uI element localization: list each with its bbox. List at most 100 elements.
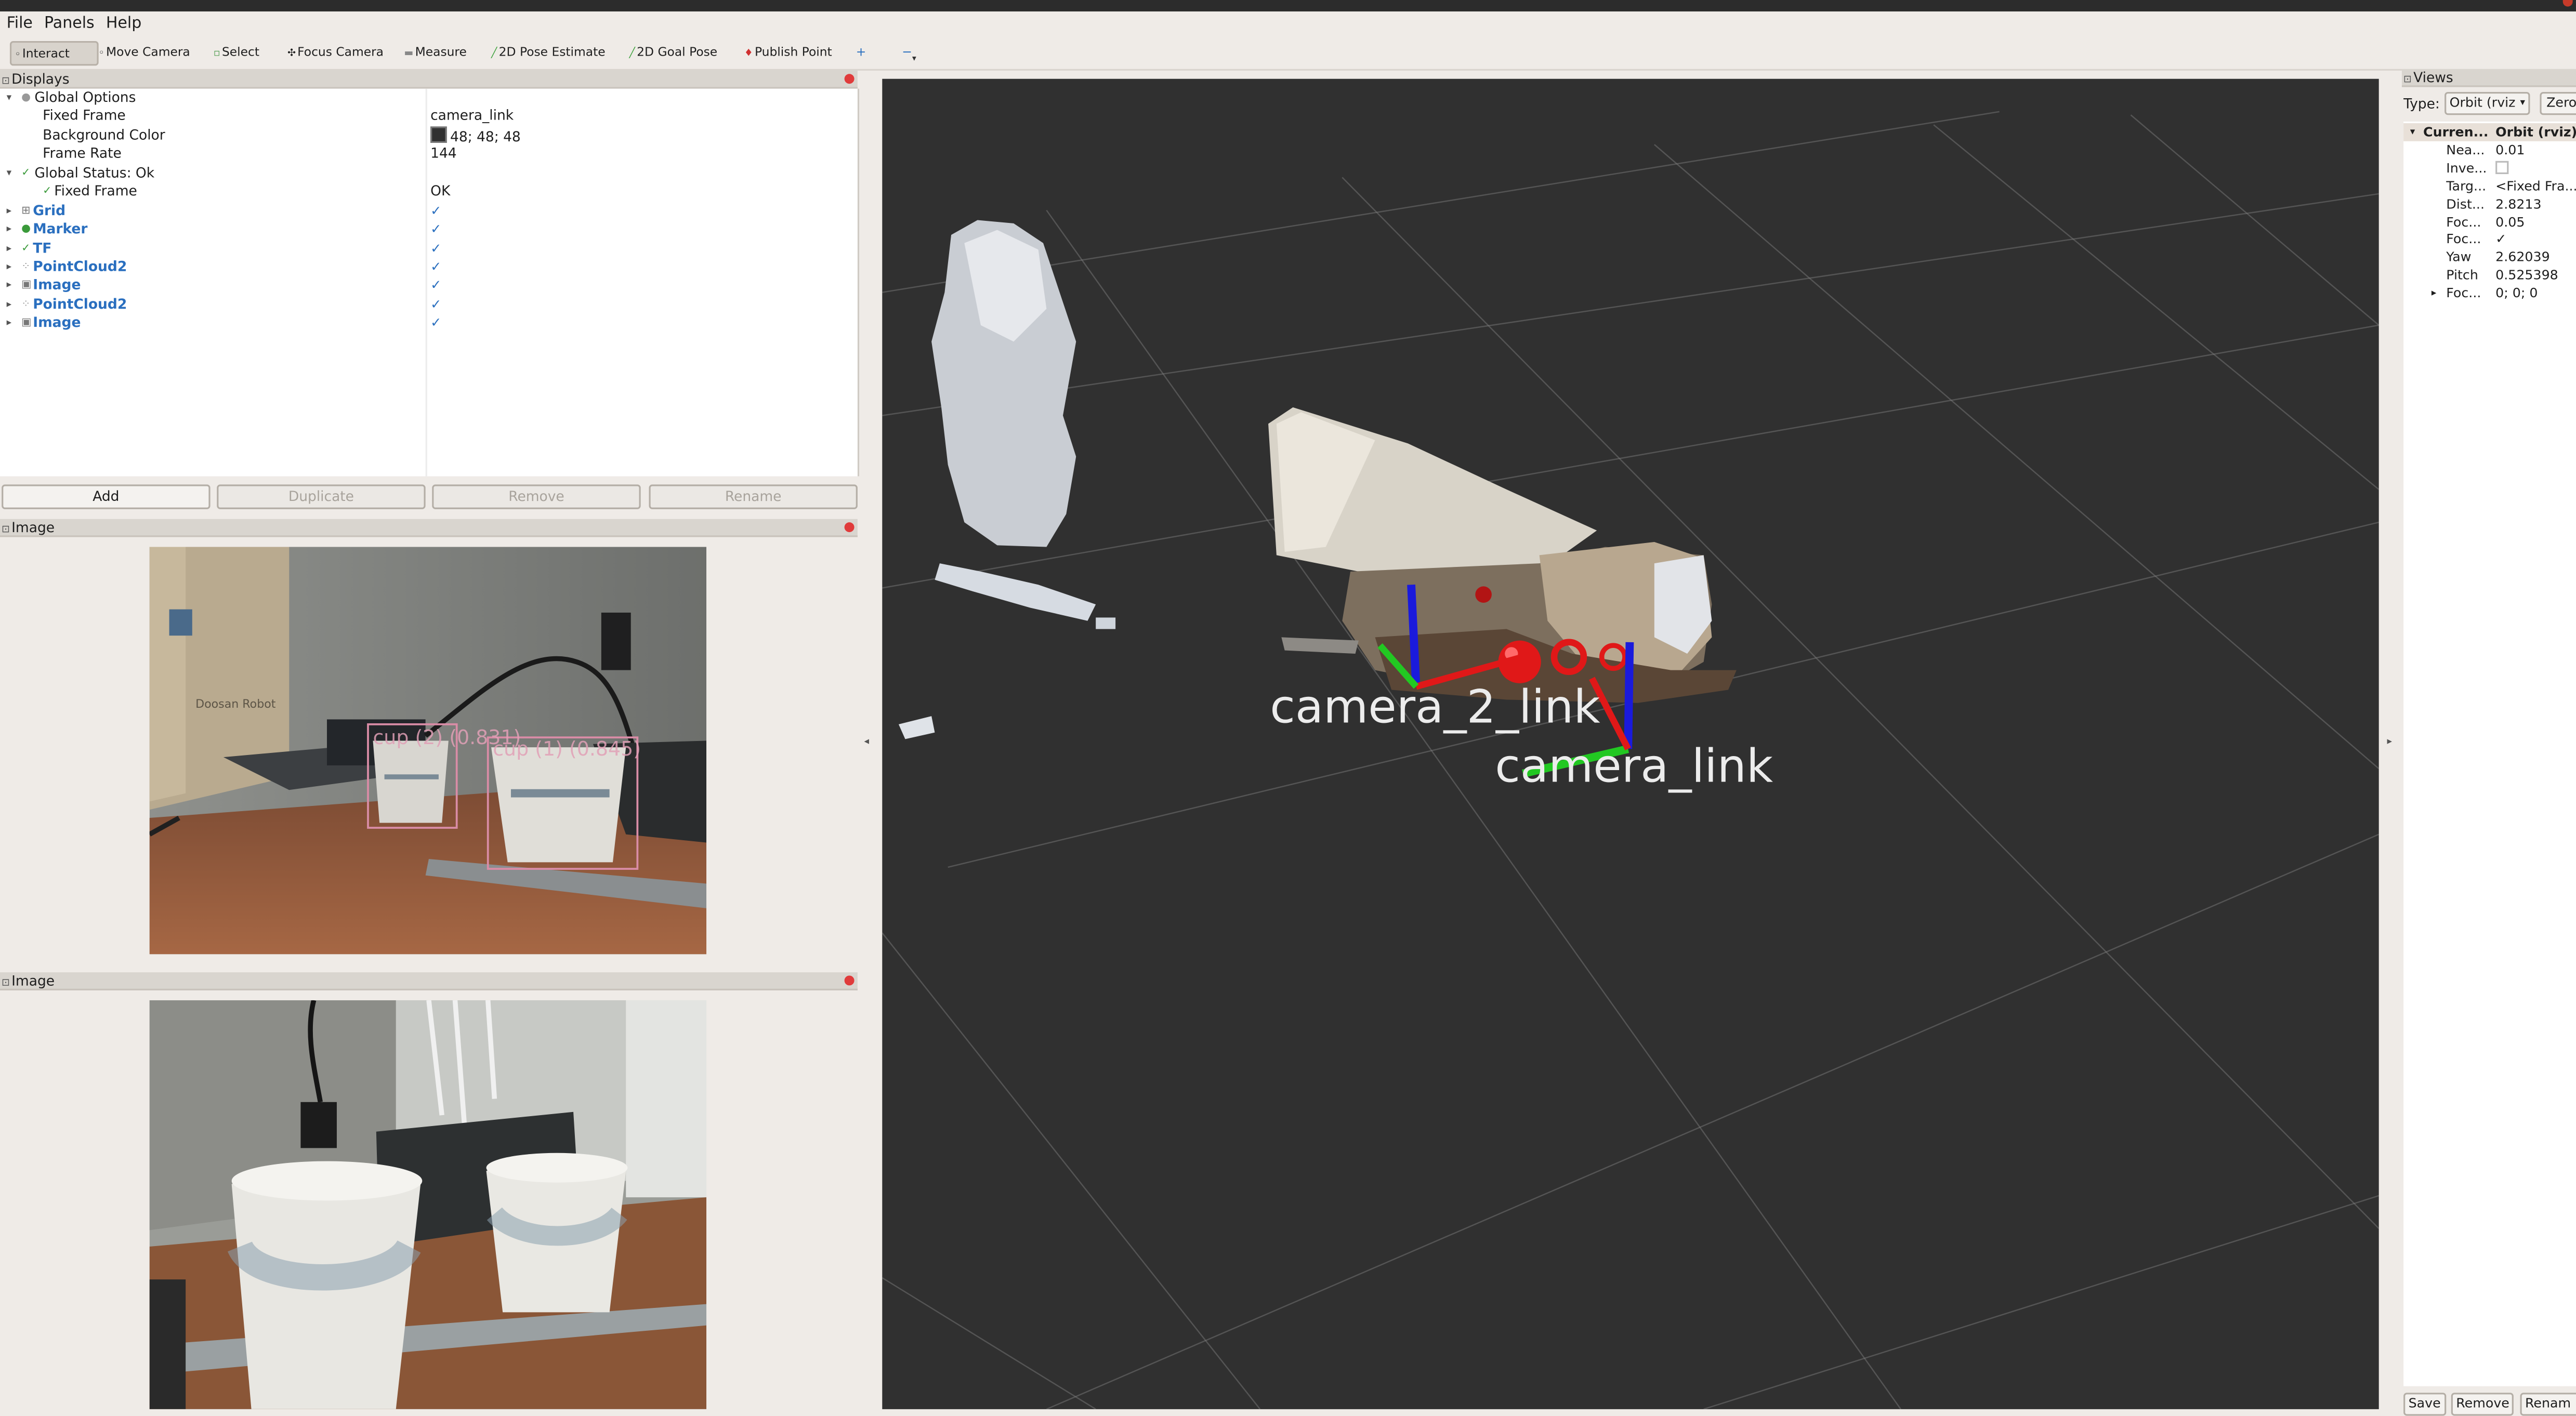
enabled-checkbox[interactable]: ✓ xyxy=(430,240,441,258)
expand-arrow-icon[interactable]: ▾ xyxy=(2410,123,2415,141)
enabled-checkbox[interactable]: ✓ xyxy=(430,314,441,332)
display-item-tf[interactable]: ▸ ✓ TF ✓ xyxy=(0,240,856,258)
pose-arrow-icon: ╱ xyxy=(491,47,497,59)
pose-estimate-tool-button[interactable]: ╱ 2D Pose Estimate xyxy=(488,41,609,62)
image-icon: ▣ xyxy=(21,277,32,291)
move-camera-tool-button[interactable]: ◦ Move Camera xyxy=(95,41,193,62)
prop-value[interactable]: 0.05 xyxy=(2495,214,2525,232)
goal-pose-tool-button[interactable]: ╱ 2D Goal Pose xyxy=(626,41,720,62)
save-view-button[interactable]: Save xyxy=(2403,1393,2446,1416)
image-panel-close-button[interactable] xyxy=(844,975,855,986)
collapse-arrow-icon[interactable]: ▸ xyxy=(7,258,12,276)
remove-view-button[interactable]: Remove xyxy=(2451,1393,2515,1416)
pointcloud-icon: ⁘ xyxy=(21,259,31,273)
display-item-image[interactable]: ▸ ▣ Image ✓ xyxy=(0,314,856,332)
display-item-grid[interactable]: ▸ ⊞ Grid ✓ xyxy=(0,202,856,220)
collapse-right-panel-icon[interactable]: ▸ xyxy=(2387,736,2392,747)
menu-help[interactable]: Help xyxy=(99,11,147,33)
global-status-row[interactable]: ▾ ✓ Global Status: Ok xyxy=(0,164,856,182)
menu-panels[interactable]: Panels xyxy=(37,11,99,33)
map-pin-icon: ♦ xyxy=(744,47,753,59)
prop-value[interactable]: 0.01 xyxy=(2495,141,2525,160)
view-prop-row[interactable]: Nea... 0.01 xyxy=(2403,141,2576,160)
view-type-select[interactable]: Orbit (rviz ▾ xyxy=(2444,91,2530,115)
measure-tool-button[interactable]: ▬ Measure xyxy=(401,41,470,62)
rename-view-button[interactable]: Renam xyxy=(2520,1393,2576,1416)
view-prop-row[interactable]: ▸ Foc... 0; 0; 0 xyxy=(2403,284,2576,302)
zero-button[interactable]: Zero xyxy=(2540,91,2576,115)
view-prop-row[interactable]: Foc... ✓ xyxy=(2403,230,2576,248)
focus-camera-tool-button[interactable]: ✣ Focus Camera xyxy=(284,41,387,62)
menu-file[interactable]: File xyxy=(0,11,37,33)
collapse-arrow-icon[interactable]: ▸ xyxy=(7,240,12,258)
collapse-arrow-icon[interactable]: ▸ xyxy=(7,220,12,239)
status-ok-icon: ✓ xyxy=(43,183,52,197)
view-prop-row[interactable]: Foc... 0.05 xyxy=(2403,214,2576,232)
invert-checkbox[interactable] xyxy=(2495,160,2509,178)
measure-label: Measure xyxy=(415,44,467,59)
prop-key: Yaw xyxy=(2446,249,2472,264)
displays-close-button[interactable] xyxy=(844,74,855,84)
collapse-arrow-icon[interactable]: ▸ xyxy=(7,202,12,220)
display-item-label: Image xyxy=(33,313,81,330)
current-view-row[interactable]: ▾ Curren... Orbit (rviz) xyxy=(2403,123,2576,141)
collapse-arrow-icon[interactable]: ▸ xyxy=(7,314,12,332)
view-prop-row[interactable]: Targ... <Fixed Fra... xyxy=(2403,177,2576,195)
view-prop-row[interactable]: Pitch 0.525398 xyxy=(2403,266,2576,284)
display-item-pointcloud2[interactable]: ▸ ⁘ PointCloud2 ✓ xyxy=(0,296,856,314)
view-prop-row[interactable]: Yaw 2.62039 xyxy=(2403,248,2576,266)
view-prop-row[interactable]: Dist... 2.8213 xyxy=(2403,195,2576,214)
prop-checkbox[interactable]: ✓ xyxy=(2495,230,2506,248)
background-color-value[interactable]: 48; 48; 48 xyxy=(430,126,521,146)
prop-value[interactable]: 0; 0; 0 xyxy=(2495,284,2538,302)
display-item-image[interactable]: ▸ ▣ Image ✓ xyxy=(0,276,856,294)
enabled-checkbox[interactable]: ✓ xyxy=(430,258,441,276)
display-item-pointcloud2[interactable]: ▸ ⁘ PointCloud2 ✓ xyxy=(0,258,856,276)
image-panel-close-button[interactable] xyxy=(844,522,855,533)
window-close-button[interactable] xyxy=(2562,0,2573,7)
collapse-left-panel-icon[interactable]: ◂ xyxy=(864,736,870,747)
plus-icon: + xyxy=(856,44,866,59)
remove-tool-button[interactable]: −▾ xyxy=(899,41,919,64)
prop-key: Targ... xyxy=(2446,179,2487,194)
publish-point-tool-button[interactable]: ♦ Publish Point xyxy=(741,41,835,62)
remove-display-button[interactable]: Remove xyxy=(432,484,641,509)
fixed-frame-value[interactable]: camera_link xyxy=(430,107,514,125)
status-fixed-frame-row[interactable]: ✓ Fixed Frame OK xyxy=(0,182,856,201)
collapse-arrow-icon[interactable]: ▸ xyxy=(7,276,12,294)
expand-arrow-icon[interactable]: ▾ xyxy=(7,89,12,107)
enabled-checkbox[interactable]: ✓ xyxy=(430,220,441,239)
frame-rate-value[interactable]: 144 xyxy=(430,144,457,163)
color-swatch xyxy=(430,126,447,143)
prop-value[interactable]: 2.62039 xyxy=(2495,248,2550,266)
prop-value[interactable]: <Fixed Fra... xyxy=(2495,177,2576,195)
3d-scene[interactable]: camera_2_link camera_link xyxy=(882,79,2379,1409)
select-tool-button[interactable]: ▫ Select xyxy=(211,41,263,62)
enabled-checkbox[interactable]: ✓ xyxy=(430,202,441,220)
background-color-row[interactable]: Background Color 48; 48; 48 xyxy=(0,126,856,144)
add-tool-button[interactable]: + xyxy=(852,41,869,62)
view-prop-row[interactable]: Inve... xyxy=(2403,160,2576,178)
fixed-frame-row[interactable]: Fixed Frame camera_link xyxy=(0,107,856,125)
collapse-arrow-icon[interactable]: ▸ xyxy=(2432,284,2437,302)
toolbar: ◦ Interact ◦ Move Camera ▫ Select ✣ Focus Ca… xyxy=(0,36,2576,71)
interact-tool-button[interactable]: ◦ Interact xyxy=(9,41,99,66)
display-item-marker[interactable]: ▸ ● Marker ✓ xyxy=(0,220,856,239)
frame-rate-row[interactable]: Frame Rate 144 xyxy=(0,144,856,163)
goal-arrow-icon: ╱ xyxy=(629,47,636,59)
cursor-icon: ◦ xyxy=(15,49,21,61)
global-options-row[interactable]: ▾ ● Global Options xyxy=(0,89,856,107)
3d-viewport[interactable]: camera_2_link camera_link xyxy=(882,78,2379,1409)
view-type-label: Type: xyxy=(2403,95,2440,112)
expand-arrow-icon[interactable]: ▾ xyxy=(7,164,12,182)
add-display-button[interactable]: Add xyxy=(2,484,211,509)
collapse-arrow-icon[interactable]: ▸ xyxy=(7,296,12,314)
interact-label: Interact xyxy=(22,46,70,61)
enabled-checkbox[interactable]: ✓ xyxy=(430,296,441,314)
prop-value[interactable]: 0.525398 xyxy=(2495,266,2558,284)
rename-display-button[interactable]: Rename xyxy=(649,484,858,509)
enabled-checkbox[interactable]: ✓ xyxy=(430,276,441,294)
prop-value[interactable]: 2.8213 xyxy=(2495,195,2541,214)
panel-grip-icon: ⊡ xyxy=(2,75,10,87)
duplicate-display-button[interactable]: Duplicate xyxy=(217,484,426,509)
